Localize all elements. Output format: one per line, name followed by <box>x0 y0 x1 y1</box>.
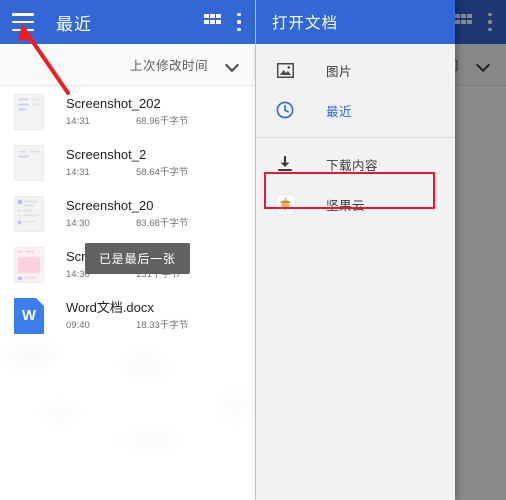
chevron-down-icon <box>477 58 490 71</box>
toast-message: 已是最后一张 <box>85 243 190 274</box>
more-vertical-icon[interactable] <box>488 13 492 31</box>
drawer-body: 图片 最近 下载内容 坚果云 <box>256 44 455 224</box>
file-size: 18.33千字节 <box>136 320 189 331</box>
drawer-item-downloads[interactable]: 下载内容 <box>256 144 455 184</box>
file-size: 68.96千字节 <box>136 116 189 127</box>
list-item[interactable]: Screenshot_20 14:30 83.68千字节 <box>0 188 255 239</box>
word-document-icon: W <box>14 297 44 334</box>
file-meta: Screenshot_20 14:30 83.68千字节 <box>66 197 247 230</box>
file-sub: 14:30 83.68千字节 <box>66 218 247 230</box>
file-size: 58.64千字节 <box>136 167 189 178</box>
file-name: Screenshot_20 <box>66 198 154 213</box>
list-item[interactable]: Screenshot_2 14:31 58.64千字节 <box>0 137 255 188</box>
file-thumbnail-icon <box>14 144 44 181</box>
drawer-header: 打开文档 <box>256 0 455 44</box>
appbar: 最近 <box>0 0 255 44</box>
screen: 间 1-23-3... 1-18-5... 0-44-5... 0-37-5..… <box>0 0 506 500</box>
file-name: Word文档.docx <box>66 300 154 315</box>
drawer-item-label: 最近 <box>326 104 353 119</box>
file-sub: 14:31 58.64千字节 <box>66 167 247 179</box>
file-meta: Screenshot_202 14:31 68.96千字节 <box>66 95 247 128</box>
hamburger-icon[interactable] <box>12 13 34 31</box>
open-document-drawer: 打开文档 图片 最近 下载内容 坚果云 <box>256 0 455 500</box>
file-sub: 14:31 68.96千字节 <box>66 116 247 128</box>
file-meta: Screenshot_2 14:31 58.64千字节 <box>66 146 247 179</box>
download-icon <box>274 153 296 175</box>
file-list: Screenshot_202 14:31 68.96千字节 Screenshot… <box>0 86 255 500</box>
file-name: Screenshot_202 <box>66 96 161 111</box>
drawer-item-label: 下载内容 <box>326 158 379 173</box>
drawer-item-recent[interactable]: 最近 <box>256 90 455 130</box>
acorn-icon <box>274 193 296 215</box>
sort-bar[interactable]: 上次修改时间 <box>0 44 255 86</box>
file-time: 14:30 <box>66 218 90 229</box>
file-thumbnail-icon <box>14 195 44 232</box>
file-thumbnail-icon <box>14 93 44 130</box>
file-size: 83.68千字节 <box>136 218 189 229</box>
image-icon <box>274 59 296 81</box>
drawer-divider <box>256 137 455 138</box>
file-time: 09:40 <box>66 320 90 331</box>
clock-icon <box>274 99 296 121</box>
file-sub: 09:40 18.33千字节 <box>66 320 247 332</box>
grid-view-icon[interactable] <box>204 13 221 31</box>
drawer-item-label: 图片 <box>326 64 353 79</box>
file-time: 14:31 <box>66 167 90 178</box>
file-time: 14:31 <box>66 116 90 127</box>
sort-label: 上次修改时间 <box>129 59 208 73</box>
list-item[interactable]: Screenshot_202 14:31 68.96千字节 <box>0 86 255 137</box>
file-thumbnail-icon <box>14 246 44 283</box>
list-item[interactable]: W Word文档.docx 09:40 18.33千字节 <box>0 290 255 341</box>
grid-view-icon[interactable] <box>455 13 472 31</box>
drawer-title: 打开文档 <box>272 15 339 32</box>
file-meta: Word文档.docx 09:40 18.33千字节 <box>66 299 247 332</box>
chevron-down-icon <box>226 58 239 71</box>
page-title: 最近 <box>56 14 92 34</box>
drawer-item-label: 坚果云 <box>326 198 366 213</box>
drawer-item-images[interactable]: 图片 <box>256 50 455 90</box>
file-name: Screenshot_2 <box>66 147 147 162</box>
drawer-item-nutstore[interactable]: 坚果云 <box>256 184 455 224</box>
acorn-glyph <box>274 193 296 215</box>
more-vertical-icon[interactable] <box>237 13 241 31</box>
